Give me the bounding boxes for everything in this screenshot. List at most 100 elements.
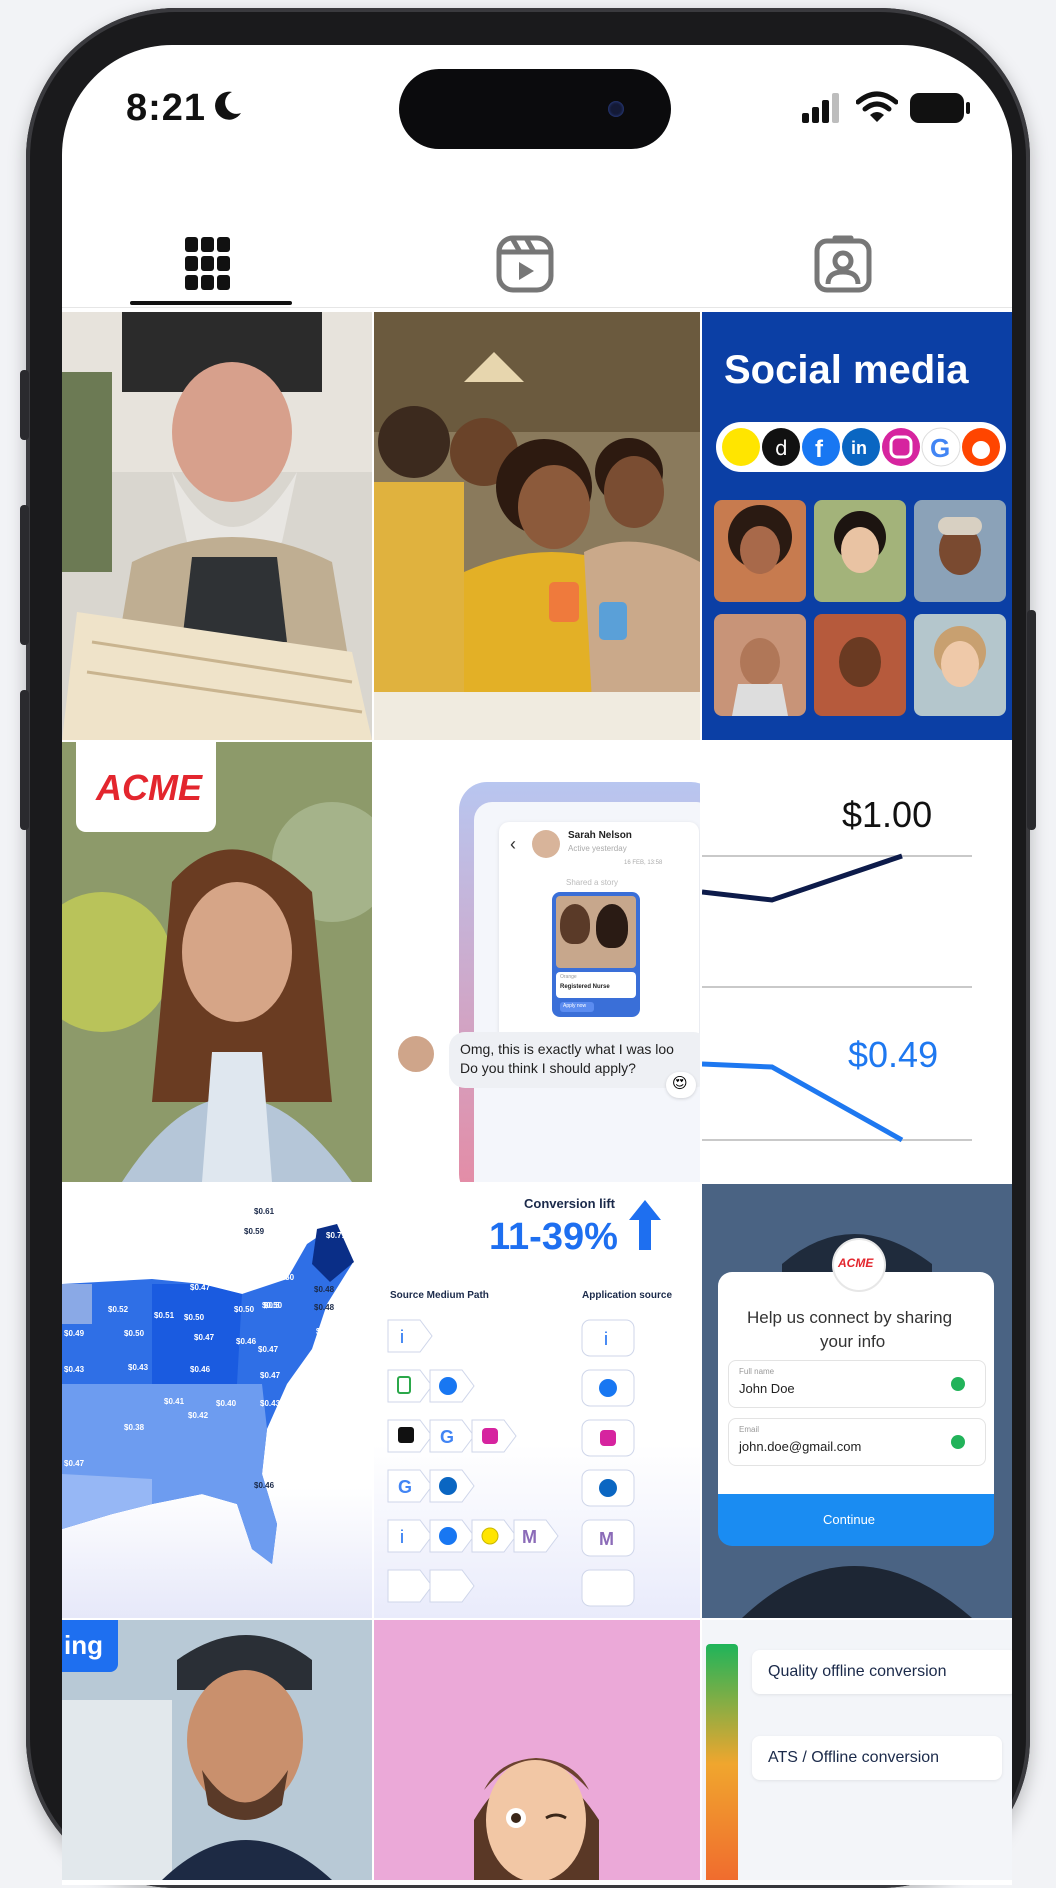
- tab-grid[interactable]: [158, 213, 258, 307]
- map-price-label: $0.46: [254, 1481, 275, 1490]
- google-icon: G: [429, 1419, 475, 1453]
- price-lines: [702, 853, 972, 1143]
- post-avatar-pink[interactable]: [374, 1620, 700, 1880]
- instagram-icon: [882, 428, 920, 466]
- continue-button[interactable]: Continue: [718, 1494, 994, 1546]
- chat-avatar: [532, 830, 560, 858]
- reaction-emoji: 😍: [672, 1074, 688, 1092]
- instagram-icon: [471, 1419, 517, 1453]
- svg-text:f: f: [815, 436, 824, 463]
- post-social-media[interactable]: Social media d f in G: [702, 312, 1012, 740]
- map-price-label: $0.46: [190, 1365, 211, 1374]
- tiktok-icon: d: [762, 428, 800, 466]
- message-line-1: Omg, this is exactly what I was loo: [460, 1041, 674, 1057]
- map-price-label: $0.42: [188, 1411, 209, 1420]
- continue-label: Continue: [823, 1512, 876, 1527]
- app-icon: [387, 1369, 433, 1403]
- facebook-icon: [387, 1569, 433, 1603]
- map-price-label: $0.47: [260, 1371, 281, 1380]
- svg-text:M: M: [599, 1529, 614, 1549]
- tab-reels[interactable]: [482, 213, 582, 307]
- snapchat-icon: [722, 428, 760, 466]
- post-conversion-lift[interactable]: Conversion lift 11-39% Source Medium Pat…: [374, 1184, 700, 1618]
- back-chevron-icon[interactable]: ‹: [510, 834, 516, 855]
- indeed-icon: i: [581, 1319, 635, 1357]
- gradient-bar: [706, 1644, 738, 1880]
- path-icons: i G G i M i M: [387, 1319, 635, 1607]
- post-quality-conversion[interactable]: Quality offline conversion ATS / Offline…: [702, 1620, 1012, 1880]
- battery-icon: [910, 93, 970, 123]
- photo-friends-with-phones: [374, 312, 700, 740]
- cellular-signal-icon: [802, 93, 839, 123]
- post-acme-nurse[interactable]: ACME: [62, 742, 372, 1182]
- grid-icon: [185, 237, 230, 290]
- post-chat-story[interactable]: ‹ Sarah Nelson Active yesterday 16 FEB, …: [374, 742, 700, 1182]
- svg-text:in: in: [851, 438, 867, 458]
- gmail-icon: M: [581, 1519, 635, 1557]
- linkedin-icon: [429, 1469, 475, 1503]
- story-card-title: Registered Nurse: [560, 984, 610, 990]
- story-card-apply[interactable]: Apply now: [560, 1002, 594, 1012]
- indeed-icon: i: [387, 1519, 433, 1553]
- facebook-icon: [429, 1369, 475, 1403]
- post-man-newspaper[interactable]: [62, 312, 372, 740]
- front-camera: [608, 101, 624, 117]
- wifi-icon: [856, 91, 898, 122]
- map-price-label: $0.50: [234, 1305, 255, 1314]
- svg-text:G: G: [440, 1427, 454, 1447]
- acme-logo: ACME: [96, 767, 202, 808]
- gmail-icon: M: [513, 1519, 559, 1553]
- app-icon: [429, 1569, 475, 1603]
- email-label: Email: [739, 1425, 760, 1434]
- us-cost-map: $0.61 $0.59 $0.71 $0.59 $0.57 $0.47 $0.50 $0.52…: [62, 1207, 354, 1564]
- sender-avatar: [396, 1034, 436, 1074]
- post-driver[interactable]: ing: [62, 1620, 372, 1880]
- linkedin-icon: in: [842, 428, 880, 466]
- photo-man-reading: [62, 312, 372, 740]
- social-icons-layer: d f in G: [714, 427, 1006, 716]
- message-line-2: Do you think I should apply?: [460, 1060, 636, 1076]
- map-price-label: $0.47: [64, 1459, 85, 1468]
- price-line-after: [702, 1061, 904, 1143]
- chat-contact-status: Active yesterday: [568, 844, 627, 853]
- app-icon: [581, 1569, 635, 1607]
- status-bar: 8:21: [62, 45, 1012, 175]
- post-cost-map[interactable]: $0.61 $0.59 $0.71 $0.59 $0.57 $0.47 $0.50 $0.52…: [62, 1184, 372, 1618]
- status-time: 8:21: [126, 87, 207, 129]
- instagram-icon: [581, 1419, 635, 1457]
- facebook-icon: f: [802, 428, 840, 466]
- full-name-field[interactable]: Full name John Doe: [728, 1360, 986, 1408]
- map-price-label: $0.50: [184, 1313, 205, 1322]
- form-heading-line2: your info: [820, 1332, 886, 1351]
- map-price-label: $0.48: [314, 1303, 335, 1312]
- reddit-icon: [962, 428, 1000, 466]
- memoji-avatar: [474, 1758, 599, 1880]
- check-icon: [951, 1435, 965, 1449]
- email-field[interactable]: Email john.doe@gmail.com: [728, 1418, 986, 1466]
- story-card-tag: Orange: [560, 974, 577, 980]
- map-price-label: $0.47: [190, 1283, 211, 1292]
- post-price-chart[interactable]: $1.00 $0.49: [702, 742, 1012, 1182]
- tab-tagged[interactable]: [806, 213, 906, 307]
- phone-screen: 8:21 Social media d f in G ACME ‹ Sarah …: [62, 45, 1012, 1885]
- svg-text:G: G: [398, 1477, 412, 1497]
- map-price-label: $0.40: [216, 1399, 237, 1408]
- price-line-before: [702, 853, 903, 903]
- post-info-form[interactable]: ACME Help us connect by sharing your inf…: [702, 1184, 1012, 1618]
- form-heading-line1: Help us connect by sharing: [747, 1308, 953, 1327]
- map-price-label: $0.41: [164, 1397, 185, 1406]
- indeed-icon: i: [387, 1319, 433, 1353]
- svg-text:d: d: [775, 436, 788, 460]
- post-friends-phones[interactable]: [374, 312, 700, 740]
- full-name-value: John Doe: [739, 1381, 795, 1396]
- chat-shared-story: Shared a story: [566, 878, 619, 887]
- map-price-label: $0.46: [236, 1337, 257, 1346]
- svg-text:G: G: [930, 433, 950, 463]
- map-price-label: $0.59: [244, 1227, 265, 1236]
- map-price-label: $0.43: [260, 1399, 281, 1408]
- map-price-label: $0.43: [128, 1363, 149, 1372]
- map-price-label: $0.61: [254, 1207, 275, 1216]
- map-price-label: $0.38: [124, 1423, 145, 1432]
- active-tab-indicator: [130, 301, 292, 305]
- map-price-label: $0.57: [142, 1261, 163, 1270]
